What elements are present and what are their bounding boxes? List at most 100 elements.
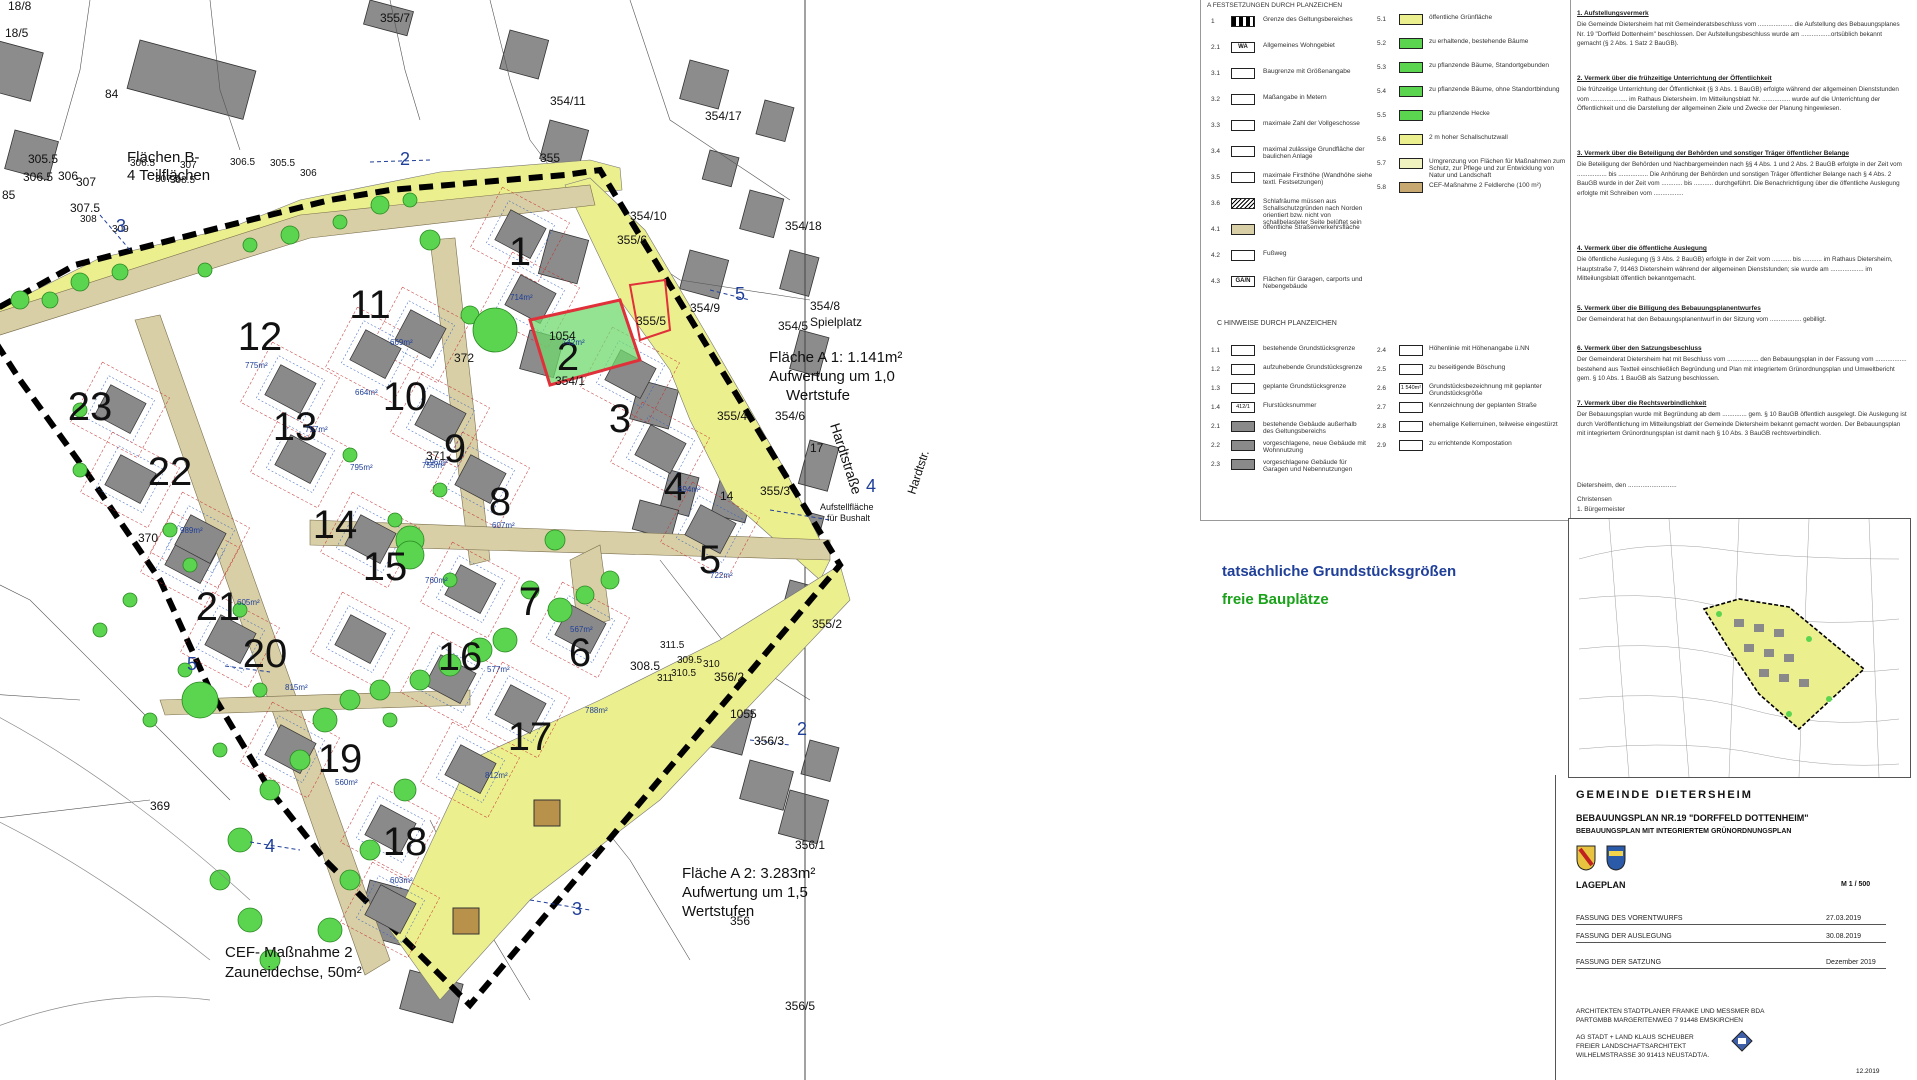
legend-code: 2.8 [1377,423,1387,430]
teilflaechen-label: 4 Teilflächen [127,167,210,184]
fassung-divider [1576,968,1886,969]
legend-symbol [1231,68,1255,79]
section-mark: 5 [187,654,197,674]
lot-area: 788m² [585,706,608,715]
flaeche-a2-wertstufen: Wertstufen [682,903,754,920]
lot-number-12: 12 [238,315,283,359]
lot-area: 664m² [355,388,378,397]
parcel-number: 1055 [730,707,757,721]
legend-code: 2.6 [1377,385,1387,392]
legend-code: 5.8 [1377,184,1387,191]
legend-symbol [1399,158,1423,169]
lageplan-label: LAGEPLAN [1576,880,1626,890]
legend-symbol [1399,402,1423,413]
parcel-number: 356/1 [795,838,825,852]
cef-label: CEF- Maßnahme 2 [225,944,353,961]
contour-height: 309.5 [677,655,702,666]
lot-number-21: 21 [196,585,241,629]
legend-symbol [1399,364,1423,375]
scale-label: M 1 / 500 [1841,881,1871,888]
parcel-number: 354/11 [550,94,586,108]
legend-symbol [1231,16,1255,27]
fassung-label: FASSUNG DER AUSLEGUNG [1576,933,1672,940]
parcel-number: 356/3 [754,734,784,748]
legend-symbol: GA/N [1231,276,1255,287]
contour-height: 311 [657,673,673,684]
lot-number-11: 11 [349,283,391,327]
lot-area: 577m² [487,665,510,674]
legend-code: 1.4 [1211,404,1221,411]
flaeche-a1-wertstufe: Wertstufe [786,387,850,404]
legend-code: 5.3 [1377,64,1387,71]
legend-code: 5.5 [1377,112,1387,119]
lot-number-23: 23 [68,385,113,429]
lot-area: 603m² [390,876,413,885]
parcel-number: 84 [105,87,119,101]
legend-text: Fußweg [1263,250,1287,257]
lot-number-20: 20 [243,632,288,676]
bauplaetze-note: freie Bauplätze [1222,591,1329,608]
legend-text: Schlafräume müssen aus Schallschutzgründ… [1263,198,1363,226]
legend-text: Allgemeines Wohngebiet [1263,42,1335,49]
legend-symbol: WA [1231,42,1255,53]
legend-text: Baugrenze mit Größenangabe [1263,68,1351,75]
legend-code: 1.3 [1211,385,1221,392]
lot-number-1: 1 [509,230,531,274]
parcel-number: 306.5 [23,170,53,184]
flaeche-a1-aufwertung: Aufwertung um 1,0 [769,368,895,385]
verfahren-title: 1. Aufstellungsvermerk [1577,10,1649,17]
legend-text: Flurstücksnummer [1263,402,1317,409]
contour-height: 306 [300,168,317,179]
parcel-number: 354/5 [778,319,808,333]
parcel-number: 307.5 [70,201,100,215]
parcel-number: 371 [426,449,446,463]
legend-text: Flächen für Garagen, carports und Nebeng… [1263,276,1363,290]
legend-a-header: A FESTSETZUNGEN DURCH PLANZEICHEN [1207,2,1343,9]
legend-symbol [1399,345,1423,356]
legend-text: bestehende Grundstücksgrenze [1263,345,1356,352]
legend-symbol [1231,440,1255,451]
fassung-date: 27.03.2019 [1826,915,1862,922]
overview-map [1568,518,1911,778]
section-mark: 5 [735,284,745,304]
architekten-line: ARCHITEKTEN STADTPLANER FRANKE UND MESSM… [1576,1008,1765,1015]
lot-area: 722m² [710,571,733,580]
legend-code: 3.6 [1211,200,1221,207]
verfahren-title: 5. Vermerk über die Billigung des Bebauu… [1577,305,1761,312]
verfahren-title: 4. Vermerk über die öffentliche Auslegun… [1577,245,1707,252]
legend-symbol [1231,172,1255,183]
signature-role: 1. Bürgermeister [1577,506,1626,513]
signature-place: Dietersheim, den .......................… [1577,482,1677,489]
legend-symbol [1399,86,1423,97]
legend-code: 1.2 [1211,366,1221,373]
lot-number-8: 8 [489,480,511,524]
middle-note-panel: tatsächliche Grundstücksgrößen freie Bau… [1200,520,1570,680]
legend-code: 3.2 [1211,96,1221,103]
legend-symbol [1231,345,1255,356]
legend-code: 3.5 [1211,174,1221,181]
legend-symbol [1231,459,1255,470]
legend-panel: A FESTSETZUNGEN DURCH PLANZEICHEN 1 Grenz… [1200,0,1571,521]
lot-area: 605m² [237,598,260,607]
legend-code: 1 [1211,18,1215,25]
parcel-number: 355/7 [380,11,410,25]
legend-text: geplante Grundstücksgrenze [1263,383,1347,390]
parcel-number: 17 [810,441,824,455]
flaeche-a2-aufwertung: Aufwertung um 1,5 [682,884,808,901]
parcel-number: 354/10 [630,209,667,223]
parcel-number: 18/5 [5,26,29,40]
verfahren-body: Der Gemeinderat Dietersheim hat mit Besc… [1577,356,1907,383]
parcel-number: 370 [138,531,158,545]
ag-line-2: FREIER LANDSCHAFTSARCHITEKT [1576,1043,1687,1050]
legend-code: 2.7 [1377,404,1387,411]
fassung-label: FASSUNG DER SATZUNG [1576,959,1662,966]
lot-number-15: 15 [363,545,408,589]
verfahren-title: 7. Vermerk über die Rechtsverbindlichkei… [1577,400,1707,407]
lot-number-7: 7 [519,580,541,624]
parcel-number: 14 [720,489,734,503]
section-mark: 2 [400,149,410,169]
plan-title: BEBAUUNGSPLAN NR.19 "DORFFELD DOTTENHEIM… [1576,813,1809,823]
legend-symbol [1231,198,1255,209]
contour-height: 310.5 [671,668,696,679]
lot-area: 694m² [678,485,701,494]
